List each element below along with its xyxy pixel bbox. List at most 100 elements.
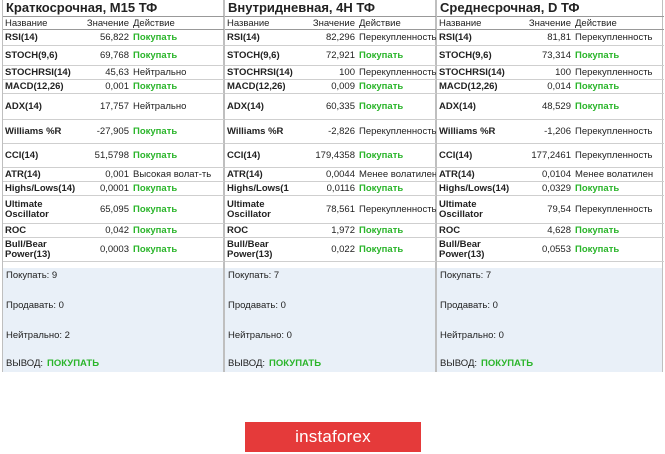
indicator-value: 0,0104 (521, 167, 573, 182)
indicator-action: Покупать (131, 181, 225, 196)
table-row: ATR(14) 0,0044 Менее волатилен (225, 167, 437, 182)
summary-verdict: ВЫВОД: ПОКУПАТЬ (6, 358, 99, 369)
verdict-value: ПОКУПАТЬ (47, 358, 100, 369)
indicator-table: Название Значение Действие RSI(14) 82,296 Пер… (225, 16, 437, 262)
indicator-action: Покупать (573, 45, 664, 66)
indicator-name: ROC (225, 223, 297, 238)
indicator-name: STOCHRSI(14) (437, 65, 521, 80)
indicator-action: Покупать (131, 45, 225, 66)
indicator-action: Перекупленность (357, 29, 437, 46)
indicator-value: 4,628 (521, 223, 573, 238)
indicator-name: ROC (437, 223, 521, 238)
table-row: ROC 1,972 Покупать (225, 223, 437, 238)
indicator-value: 81,81 (521, 29, 573, 46)
panel-title: Краткосрочная, М15 ТФ (6, 0, 158, 15)
indicator-value: 1,972 (297, 223, 357, 238)
indicator-name: Ultimate Oscillator (3, 195, 81, 224)
table-row: Ultimate Oscillator 78,561 Перекупленность (225, 195, 437, 224)
indicator-name: STOCH(9,6) (3, 45, 81, 66)
indicator-action: Покупать (573, 93, 664, 120)
indicator-value: 51,5798 (81, 143, 131, 168)
indicator-value: 0,042 (81, 223, 131, 238)
table-row: MACD(12,26) 0,009 Покупать (225, 79, 437, 94)
indicator-action: Покупать (357, 45, 437, 66)
table-row: Ultimate Oscillator 79,54 Перекупленность (437, 195, 664, 224)
column-header-action: Действие (357, 16, 437, 30)
summary-buy: Покупать: 7 (440, 270, 492, 281)
indicator-value: 100 (297, 65, 357, 80)
indicator-value: 79,54 (521, 195, 573, 224)
indicator-name: Williams %R (3, 119, 81, 144)
table-row: RSI(14) 82,296 Перекупленность (225, 29, 437, 46)
indicator-name: Bull/Bear Power(13) (437, 237, 521, 262)
indicator-action: Покупать (131, 79, 225, 94)
indicator-action: Перекупленность (573, 65, 664, 80)
indicator-value: 0,0044 (297, 167, 357, 182)
indicator-action: Покупать (573, 181, 664, 196)
instaforex-logo[interactable]: instaforex (245, 422, 421, 452)
indicator-value: 72,921 (297, 45, 357, 66)
indicator-name: RSI(14) (225, 29, 297, 46)
summary-neutral: Нейтрально: 0 (228, 330, 292, 341)
indicator-action: Перекупленность (357, 195, 437, 224)
indicator-name: MACD(12,26) (225, 79, 297, 94)
indicator-value: -27,905 (81, 119, 131, 144)
indicator-name: Williams %R (437, 119, 521, 144)
indicator-value: 56,822 (81, 29, 131, 46)
summary-box: Покупать: 7 Продавать: 0 Нейтрально: 0 ВЫВО… (437, 268, 662, 372)
indicator-action: Покупать (573, 79, 664, 94)
indicator-name: MACD(12,26) (437, 79, 521, 94)
summary-verdict: ВЫВОД: ПОКУПАТЬ (440, 358, 533, 369)
panel-title: Среднесрочная, D ТФ (440, 0, 580, 15)
column-header-action: Действие (573, 16, 664, 30)
indicator-name: STOCH(9,6) (225, 45, 297, 66)
column-header-action: Действие (131, 16, 225, 30)
indicator-action: Менее волатилен (357, 167, 437, 182)
table-row: Williams %R -1,206 Перекупленность (437, 119, 664, 144)
indicator-value: 0,0553 (521, 237, 573, 262)
table-row: MACD(12,26) 0,001 Покупать (3, 79, 225, 94)
indicator-name: Ultimate Oscillator (437, 195, 521, 224)
indicator-value: 65,095 (81, 195, 131, 224)
table-row: STOCHRSI(14) 45,63 Нейтрально (3, 65, 225, 80)
table-row: Highs/Lows(14) 0,0329 Покупать (437, 181, 664, 196)
table-row: STOCH(9,6) 72,921 Покупать (225, 45, 437, 66)
indicator-table: Название Значение Действие RSI(14) 56,822 Пок… (3, 16, 225, 262)
indicator-name: ADX(14) (225, 93, 297, 120)
indicator-value: 69,768 (81, 45, 131, 66)
indicator-action: Покупать (357, 181, 437, 196)
indicator-value: 0,0003 (81, 237, 131, 262)
indicator-value: -2,826 (297, 119, 357, 144)
table-header: Название Значение Действие (437, 16, 664, 30)
indicator-action: Покупать (131, 119, 225, 144)
summary-box: Покупать: 7 Продавать: 0 Нейтрально: 0 ВЫВО… (225, 268, 435, 372)
summary-sell: Продавать: 0 (6, 300, 64, 311)
indicator-name: RSI(14) (3, 29, 81, 46)
indicator-value: 0,001 (81, 167, 131, 182)
table-row: Ultimate Oscillator 65,095 Покупать (3, 195, 225, 224)
verdict-value: ПОКУПАТЬ (269, 358, 322, 369)
indicator-name: ADX(14) (3, 93, 81, 120)
indicator-action: Перекупленность (573, 29, 664, 46)
indicator-action: Покупать (131, 237, 225, 262)
indicator-name: ATR(14) (225, 167, 297, 182)
table-header: Название Значение Действие (3, 16, 225, 30)
verdict-label: ВЫВОД: (440, 358, 478, 369)
indicator-action: Покупать (131, 195, 225, 224)
table-row: ADX(14) 60,335 Покупать (225, 93, 437, 120)
indicator-name: MACD(12,26) (3, 79, 81, 94)
summary-verdict: ВЫВОД: ПОКУПАТЬ (228, 358, 321, 369)
indicator-action: Покупать (573, 223, 664, 238)
indicator-value: 0,0329 (521, 181, 573, 196)
indicator-value: 48,529 (521, 93, 573, 120)
indicator-value: 82,296 (297, 29, 357, 46)
indicator-action: Перекупленность (357, 65, 437, 80)
indicator-action: Покупать (131, 223, 225, 238)
indicator-action: Покупать (357, 223, 437, 238)
table-row: ADX(14) 17,757 Нейтрально (3, 93, 225, 120)
indicator-action: Перекупленность (573, 119, 664, 144)
indicator-name: Bull/Bear Power(13) (225, 237, 297, 262)
indicator-action: Покупать (357, 93, 437, 120)
table-row: ATR(14) 0,0104 Менее волатилен (437, 167, 664, 182)
indicator-action: Нейтрально (131, 65, 225, 80)
